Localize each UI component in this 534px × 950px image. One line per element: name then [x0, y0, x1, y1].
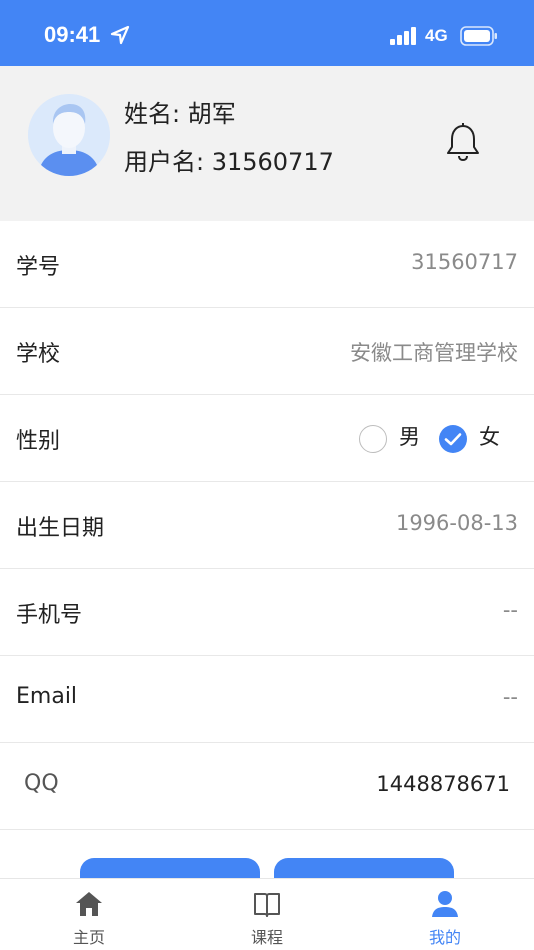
- battery-icon: [460, 26, 497, 46]
- gender-row: 性别 男 女: [0, 395, 534, 482]
- gender-male-label[interactable]: 男: [399, 421, 420, 451]
- birth-date-row[interactable]: 出生日期 1996-08-13: [0, 482, 534, 569]
- phone-value[interactable]: --: [503, 598, 518, 622]
- profile-header: 姓名: 胡军 用户名: 31560717: [0, 66, 534, 221]
- gender-female-label[interactable]: 女: [479, 421, 500, 451]
- user-avatar-icon: [28, 94, 110, 176]
- birth-date-label: 出生日期: [16, 516, 105, 541]
- student-id-value: 31560717: [411, 250, 518, 274]
- status-time: 09:41: [44, 22, 101, 47]
- home-icon: [76, 892, 102, 916]
- birth-date-value[interactable]: 1996-08-13: [396, 511, 518, 535]
- tab-course[interactable]: 课程: [207, 879, 327, 950]
- location-arrow-icon: [110, 25, 130, 45]
- student-id-label: 学号: [16, 255, 61, 280]
- email-label: Email: [16, 684, 78, 709]
- email-row[interactable]: Email --: [0, 656, 534, 743]
- school-row: 学校 安徽工商管理学校: [0, 308, 534, 395]
- tab-mine-label: 我的: [428, 928, 461, 947]
- gender-female-radio[interactable]: [439, 425, 467, 453]
- status-bar: 09:41 4G: [0, 0, 534, 66]
- phone-row[interactable]: 手机号 --: [0, 569, 534, 656]
- network-type: 4G: [425, 26, 448, 45]
- phone-label: 手机号: [16, 603, 83, 628]
- email-value[interactable]: --: [503, 685, 518, 709]
- tab-bar: 主页 课程 我的: [0, 878, 534, 950]
- gender-label: 性别: [16, 429, 61, 454]
- profile-name: 姓名: 胡军: [124, 100, 236, 128]
- avatar[interactable]: [28, 94, 110, 176]
- tab-mine[interactable]: 我的: [385, 879, 505, 950]
- qq-label: QQ: [24, 771, 59, 796]
- checkmark-icon: [444, 433, 462, 446]
- school-label: 学校: [16, 342, 61, 367]
- school-value: 安徽工商管理学校: [350, 341, 518, 365]
- qq-value[interactable]: 1448878671: [376, 772, 510, 796]
- signal-bars-icon: [390, 27, 416, 45]
- gender-male-radio[interactable]: [359, 425, 387, 453]
- bell-icon[interactable]: [444, 122, 482, 162]
- tab-course-label: 课程: [250, 928, 283, 947]
- tab-home[interactable]: 主页: [29, 879, 149, 950]
- profile-username: 用户名: 31560717: [124, 148, 334, 176]
- tab-home-label: 主页: [72, 928, 105, 947]
- book-icon: [254, 893, 280, 917]
- qq-row[interactable]: QQ 1448878671: [0, 743, 534, 830]
- person-icon: [432, 891, 458, 917]
- student-id-row: 学号 31560717: [0, 221, 534, 308]
